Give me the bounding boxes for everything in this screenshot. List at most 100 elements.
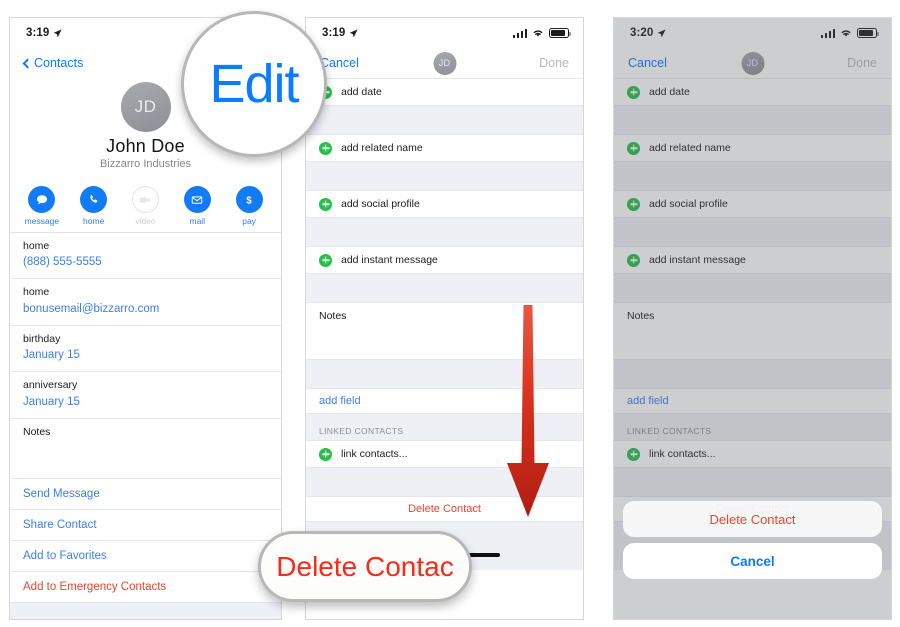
field-value[interactable]: January 15 [23,394,268,411]
list-spacer [306,274,583,302]
field-value[interactable]: (888) 555-5555 [23,254,268,271]
plus-circle-icon [319,197,332,211]
video-camera-icon [131,186,159,213]
add-date-row[interactable]: add date [614,78,891,106]
wifi-icon [533,30,543,37]
delete-contact-callout-magnifier: Delete Contac [258,531,472,602]
avatar[interactable]: JD [741,51,764,75]
action-home-phone[interactable]: home [71,186,117,226]
plus-circle-icon [627,141,640,155]
send-message-button[interactable]: Send Message [10,478,281,510]
list-spacer [614,162,891,190]
action-sheet-actions-group: Delete Contact [623,501,882,537]
message-bubble-icon [28,186,56,213]
field-row[interactable]: birthday January 15 [10,325,281,373]
wifi-icon [841,30,851,37]
field-value[interactable]: bonusemail@bizzarro.com [23,301,268,318]
add-field-button[interactable]: add field [614,388,891,414]
add-to-emergency-contacts-button[interactable]: Add to Emergency Contacts [10,571,281,603]
field-row-notes[interactable]: Notes [10,418,281,479]
tutorial-screenshot: 3:19 Contacts JD John Doe Bizzarro Indus… [0,0,900,627]
field-row[interactable]: home bonusemail@bizzarro.com [10,279,281,326]
action-video: video [122,186,168,226]
status-bar-time: 3:20 [630,27,654,39]
notes-label: Notes [627,310,655,322]
row-label: add related name [341,142,423,154]
row-label: link contacts... [649,448,716,460]
action-pay-label: pay [242,216,256,226]
delete-contact-callout-label: Delete Contac [276,550,454,582]
delete-action-sheet: Delete Contact Cancel [623,501,882,585]
row-label: add social profile [341,198,420,210]
add-instant-message-row[interactable]: add instant message [614,246,891,274]
down-arrow-annotation [507,305,549,517]
action-sheet-cancel-group: Cancel [623,543,882,579]
list-spacer [614,106,891,134]
contact-organization: Bizzarro Industries [99,158,192,170]
phone-panel-delete-confirm: 3:20 Cancel JD Done add date add related… [613,17,892,620]
add-related-name-row[interactable]: add related name [306,134,583,162]
plus-circle-icon [627,253,640,267]
row-label: add instant message [649,254,746,266]
cellular-signal-icon [820,28,835,38]
field-value[interactable]: January 15 [23,347,268,364]
action-message[interactable]: message [19,186,65,226]
action-home-phone-label: home [83,216,105,226]
cancel-button[interactable]: Cancel [628,56,667,70]
avatar[interactable]: JD [433,51,456,75]
linked-contacts-section-header: LINKED CONTACTS [614,414,891,440]
list-spacer [306,162,583,190]
row-label: add date [649,86,690,98]
done-button[interactable]: Done [539,56,569,70]
back-button-label: Contacts [34,56,84,70]
plus-circle-icon [627,197,640,211]
list-bottom-filler [10,602,281,619]
action-sheet-delete-contact-button[interactable]: Delete Contact [623,501,882,537]
list-spacer [306,106,583,134]
location-arrow-icon [350,29,358,37]
plus-circle-icon [319,253,332,267]
add-social-profile-row[interactable]: add social profile [614,190,891,218]
share-contact-button[interactable]: Share Contact [10,509,281,541]
notes-field[interactable]: Notes [614,302,891,360]
add-date-row[interactable]: add date [306,78,583,106]
plus-circle-icon [319,447,332,461]
done-button[interactable]: Done [847,56,877,70]
status-bar-time: 3:19 [26,27,50,39]
cancel-button[interactable]: Cancel [320,56,359,70]
envelope-icon [183,186,211,213]
add-social-profile-row[interactable]: add social profile [306,190,583,218]
action-mail-label: mail [189,216,206,226]
add-to-favorites-button[interactable]: Add to Favorites [10,540,281,572]
nav-bar: Cancel JD Done [306,48,583,78]
add-related-name-row[interactable]: add related name [614,134,891,162]
back-to-contacts-button[interactable]: Contacts [22,56,84,70]
avatar[interactable]: JD [120,82,171,132]
add-instant-message-row[interactable]: add instant message [306,246,583,274]
field-row[interactable]: home (888) 555-5555 [10,233,281,280]
phone-icon [80,186,108,213]
field-label: home [23,240,50,252]
plus-circle-icon [319,141,332,155]
status-bar-indicators [820,28,879,38]
field-label: anniversary [23,379,78,392]
edit-callout-label: Edit [209,54,299,114]
link-contacts-row[interactable]: link contacts... [614,440,891,468]
svg-text:$: $ [246,195,252,206]
edit-callout-magnifier: Edit [181,11,327,157]
battery-icon [549,28,571,38]
field-label: birthday [23,332,61,345]
status-bar-time: 3:19 [322,27,346,39]
row-label: add date [341,86,382,98]
contact-link-actions: Send Message Share Contact Add to Favori… [10,478,281,603]
quick-actions-row: message home video mail $ pay [10,178,281,233]
list-spacer [306,218,583,246]
field-label: home [23,286,50,299]
action-pay[interactable]: $ pay [226,186,272,226]
row-label: add related name [649,142,731,154]
action-sheet-cancel-button[interactable]: Cancel [623,543,882,579]
edit-field-list: add date add related name add social pro… [614,78,891,522]
field-row[interactable]: anniversary January 15 [10,372,281,419]
status-bar-indicators [512,28,571,38]
action-mail[interactable]: mail [174,186,220,226]
